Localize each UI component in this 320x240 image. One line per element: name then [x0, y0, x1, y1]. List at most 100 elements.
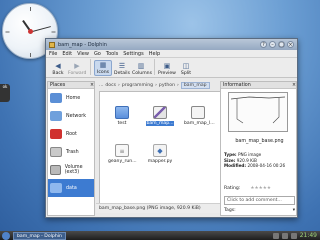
columns-view-icon: ▥	[137, 62, 145, 70]
columns-label: Columns	[132, 71, 152, 76]
python-file-icon: ◆	[153, 144, 167, 157]
root-folder-icon	[50, 129, 62, 139]
breadcrumb-separator: ›	[155, 83, 157, 88]
place-label: Trash	[66, 149, 79, 155]
script-icon: ≡	[115, 144, 129, 157]
toolbar-separator	[154, 59, 155, 75]
place-network[interactable]: Network	[48, 107, 94, 125]
split-button[interactable]: ◫ Split	[177, 62, 195, 76]
menu-view[interactable]: View	[77, 51, 89, 57]
close-icon[interactable]: ×	[287, 41, 294, 48]
breadcrumb-item[interactable]: python	[159, 83, 175, 88]
minimize-icon[interactable]: –	[269, 41, 276, 48]
menu-bar: File Edit View Go Tools Settings Help	[46, 50, 297, 58]
forward-button[interactable]: ▶ Forward	[68, 62, 86, 76]
place-data[interactable]: data	[48, 179, 94, 197]
places-title: Places	[50, 83, 66, 88]
places-panel: Places × Home Network Root Trash Volume …	[47, 81, 95, 216]
tags-row[interactable]: Tags: ▾	[224, 208, 295, 213]
desktop: ok bam_map - Dolphin ? – □ × File Edit V…	[0, 0, 320, 240]
place-trash[interactable]: Trash	[48, 143, 94, 161]
breadcrumb-separator: ›	[177, 83, 179, 88]
preview-button[interactable]: ▣ Preview	[158, 62, 176, 76]
size-value: 920.9 KiB	[236, 157, 257, 163]
rating-stars[interactable]: ★★★★★	[250, 186, 271, 191]
back-button[interactable]: ◀ Back	[49, 62, 67, 76]
file-view[interactable]: test bam_map... bam_map_l... ≡ geany_run…	[99, 91, 221, 211]
type-label: Type:	[224, 152, 237, 157]
image-icon	[191, 106, 205, 119]
clock-tick	[30, 53, 31, 57]
places-header: Places ×	[48, 82, 94, 89]
tray-icon[interactable]	[290, 232, 297, 239]
menu-edit[interactable]: Edit	[62, 51, 72, 57]
details-label: Details	[114, 71, 130, 76]
details-view-button[interactable]: ☰ Details	[113, 62, 131, 76]
place-root[interactable]: Root	[48, 125, 94, 143]
breadcrumb-separator: ›	[118, 83, 120, 88]
file-item[interactable]: test	[108, 106, 136, 126]
task-button[interactable]: bam_map - Dolphin	[13, 231, 66, 240]
breadcrumb-current[interactable]: bam_map	[180, 82, 210, 89]
clock-tick	[5, 31, 10, 33]
folder-icon	[50, 183, 62, 193]
file-label: test	[117, 121, 127, 126]
place-label: Volume (ext3)	[64, 165, 83, 175]
rating-label: Rating:	[224, 186, 241, 191]
kmenu-icon[interactable]	[2, 231, 10, 240]
menu-settings[interactable]: Settings	[123, 51, 144, 57]
tags-dropdown-icon[interactable]: ▾	[293, 208, 295, 213]
forward-icon: ▶	[74, 62, 80, 70]
help-icon[interactable]: ?	[260, 41, 267, 48]
breadcrumb: ... docs › programming › python › bam_ma…	[99, 81, 219, 90]
toolbar-separator	[90, 59, 91, 75]
home-icon	[50, 93, 62, 103]
menu-tools[interactable]: Tools	[106, 51, 118, 57]
place-home[interactable]: Home	[48, 89, 94, 107]
breadcrumb-item[interactable]: docs	[105, 83, 116, 88]
tray-icon[interactable]	[281, 232, 288, 239]
preview-sketch	[230, 96, 286, 124]
icons-view-icon: ▦	[99, 61, 107, 69]
clock-minute-hand	[30, 26, 51, 33]
dolphin-window: bam_map - Dolphin ? – □ × File Edit View…	[45, 38, 298, 218]
file-label: bam_map...	[146, 121, 174, 126]
file-label: mapper.py	[147, 159, 173, 164]
menu-help[interactable]: Help	[149, 51, 160, 57]
menu-go[interactable]: Go	[94, 51, 101, 57]
folder-app-icon	[49, 41, 55, 48]
title-bar[interactable]: bam_map - Dolphin ? – □ ×	[46, 39, 297, 50]
taskbar: bam_map - Dolphin 21:49	[0, 231, 320, 240]
icons-view-button[interactable]: ▦ Icons	[94, 60, 112, 76]
file-item[interactable]: bam_map...	[146, 106, 174, 126]
file-item[interactable]: ◆ mapper.py	[146, 144, 174, 164]
side-widget[interactable]: ok	[0, 84, 10, 102]
information-panel: Information × bam_map_base.png Type: PNG…	[220, 81, 297, 216]
panel-close-icon[interactable]: ×	[292, 82, 296, 88]
modified-value: 2008-04-16 00:26	[247, 163, 286, 168]
file-item[interactable]: ≡ geany_run...	[108, 144, 137, 164]
size-label: Size:	[224, 157, 236, 163]
columns-view-button[interactable]: ▥ Columns	[132, 62, 152, 76]
toolbar: ◀ Back ▶ Forward ▦ Icons ☰ Details ▥ Col…	[46, 58, 297, 78]
maximize-icon[interactable]: □	[278, 41, 285, 48]
icons-label: Icons	[97, 70, 109, 75]
tags-label: Tags:	[224, 208, 236, 213]
info-header: Information ×	[221, 82, 296, 89]
window-title: bam_map - Dolphin	[58, 41, 107, 48]
info-filename: bam_map_base.png	[235, 139, 284, 144]
forward-label: Forward	[68, 71, 87, 76]
place-volume[interactable]: Volume (ext3)	[48, 161, 94, 179]
info-title: Information	[223, 83, 251, 88]
drive-icon	[50, 165, 61, 175]
comment-field[interactable]: Click to add comment...	[224, 196, 295, 205]
menu-file[interactable]: File	[49, 51, 57, 57]
file-item[interactable]: bam_map_l...	[184, 106, 215, 126]
place-label: Root	[66, 131, 77, 137]
taskbar-clock[interactable]: 21:49	[300, 232, 317, 239]
clock-hub	[28, 29, 33, 34]
breadcrumb-item[interactable]: ...	[99, 83, 103, 88]
breadcrumb-item[interactable]: programming	[122, 83, 153, 88]
tray-icon[interactable]	[272, 232, 279, 239]
panel-close-icon[interactable]: ×	[90, 82, 94, 88]
